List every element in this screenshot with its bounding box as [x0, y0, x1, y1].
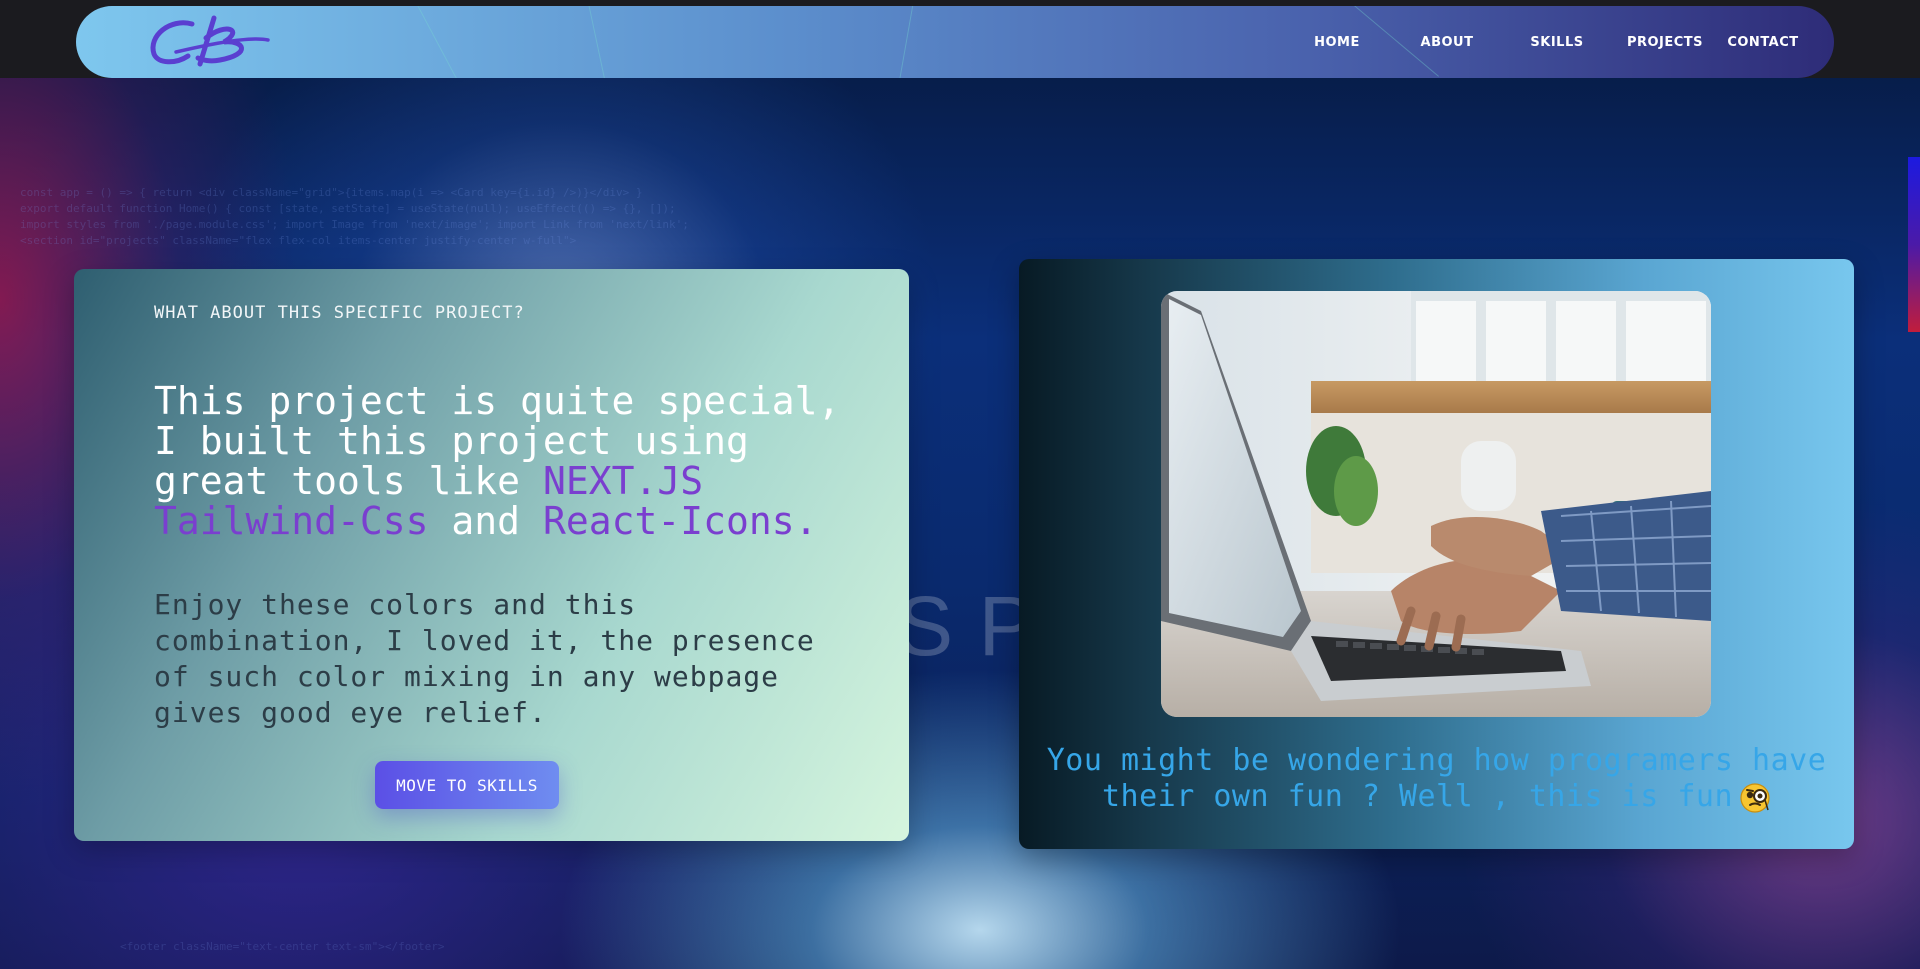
headline-icons-highlight: React-Icons. [542, 499, 818, 543]
nav-home[interactable]: HOME [1282, 35, 1392, 50]
nav-about[interactable]: ABOUT [1392, 35, 1502, 50]
laptop-photo [1161, 291, 1711, 717]
headline-text: This project is quite special, I built t… [154, 379, 841, 503]
image-caption: You might be wondering how programers ha… [1039, 743, 1834, 815]
nav-projects[interactable]: PROJECTS [1612, 35, 1718, 50]
section-eyebrow: WHAT ABOUT THIS SPECIFIC PROJECT? [154, 303, 525, 323]
project-headline: This project is quite special, I built t… [154, 381, 884, 541]
headline-and: and [428, 499, 543, 543]
image-card: You might be wondering how programers ha… [1019, 259, 1854, 849]
scroll-indicator [1908, 157, 1920, 332]
navbar-decor-line [414, 6, 459, 78]
monocle-face-icon [1740, 782, 1770, 813]
caption-text: You might be wondering how programers ha… [1046, 743, 1827, 814]
nav-links: HOME ABOUT SKILLS PROJECTS CONTACT [1282, 6, 1834, 78]
project-info-card: WHAT ABOUT THIS SPECIFIC PROJECT? This p… [74, 269, 909, 841]
logo-icon[interactable] [140, 10, 280, 74]
nav-contact[interactable]: CONTACT [1718, 35, 1808, 50]
background-code-texture: const app = () => { return <div classNam… [20, 186, 689, 247]
navbar-decor-line [586, 6, 607, 78]
project-description: Enjoy these colors and this combination,… [154, 588, 815, 729]
move-to-skills-button[interactable]: MOVE TO SKILLS [375, 761, 559, 809]
navbar-decor-line [898, 6, 915, 78]
background-code-texture-bottom: <footer className="text-center text-sm">… [120, 940, 445, 953]
navbar: HOME ABOUT SKILLS PROJECTS CONTACT [76, 6, 1834, 78]
nav-skills[interactable]: SKILLS [1502, 35, 1612, 50]
